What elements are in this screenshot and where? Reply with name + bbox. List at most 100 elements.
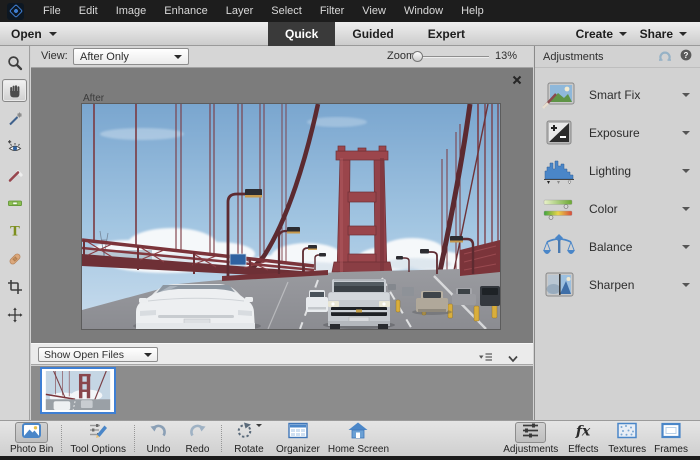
menu-select[interactable]: Select <box>262 0 311 22</box>
fx-icon: fx <box>572 422 594 444</box>
help-icon[interactable]: ? <box>680 49 692 64</box>
editor-canvas: After <box>31 68 533 343</box>
crop-tool[interactable] <box>2 275 27 298</box>
menu-filter[interactable]: Filter <box>311 0 353 22</box>
adjustments-panel: Adjustments ? Smart Fix Exposure Lightin… <box>534 46 700 420</box>
organizer-grid-icon <box>288 422 308 444</box>
photo-bin-button[interactable]: Photo Bin <box>6 421 57 456</box>
share-button[interactable]: Share <box>640 22 687 46</box>
zoom-tool[interactable] <box>2 51 27 74</box>
rotate-button[interactable]: Rotate <box>226 421 272 456</box>
magnifier-icon <box>7 55 23 71</box>
zoom-slider-handle[interactable] <box>412 51 423 62</box>
menu-file[interactable]: File <box>34 0 70 22</box>
tool-palette: T <box>0 46 30 420</box>
exposure-icon <box>542 119 576 147</box>
zoom-value: 13% <box>495 50 517 62</box>
svg-text:fx: fx <box>575 423 591 439</box>
tool-options-icon <box>88 422 108 444</box>
chevron-down-icon <box>619 32 627 36</box>
adjustment-smart-fix[interactable]: Smart Fix <box>535 76 700 114</box>
adjustment-lighting[interactable]: Lighting <box>535 152 700 190</box>
rotate-icon <box>236 422 254 444</box>
view-mode-dropdown[interactable]: After Only <box>73 48 189 65</box>
photo-bin <box>31 366 533 420</box>
bandaid-icon <box>7 251 23 267</box>
close-icon[interactable] <box>511 73 523 85</box>
type-tool[interactable]: T <box>2 219 27 242</box>
zoom-slider-track[interactable] <box>423 56 489 58</box>
chevron-down-icon <box>679 32 687 36</box>
adjustment-color[interactable]: Color <box>535 190 700 228</box>
adjustment-exposure[interactable]: Exposure <box>535 114 700 152</box>
tab-quick[interactable]: Quick <box>268 22 335 46</box>
frames-button[interactable]: Frames <box>650 421 692 456</box>
adjustments-panel-header: Adjustments ? <box>535 46 700 68</box>
view-options-bar: View: After Only Zoom: 13% <box>31 46 533 68</box>
chevron-down-icon <box>144 353 152 357</box>
chevron-down-icon[interactable] <box>682 283 690 287</box>
chevron-down-icon[interactable] <box>682 245 690 249</box>
panel-menu-icon[interactable] <box>478 349 493 367</box>
mode-tabs: Quick Guided Expert <box>268 22 482 46</box>
separator <box>221 425 222 452</box>
whiten-teeth-tool[interactable] <box>2 163 27 186</box>
organizer-button[interactable]: Organizer <box>272 421 324 456</box>
red-eye-removal-tool[interactable] <box>2 135 27 158</box>
photo-canvas-image[interactable] <box>82 104 500 329</box>
chevron-down-icon[interactable] <box>682 131 690 135</box>
move-tool[interactable] <box>2 303 27 326</box>
app-logo-icon <box>7 3 24 20</box>
menu-view[interactable]: View <box>353 0 395 22</box>
menu-edit[interactable]: Edit <box>70 0 107 22</box>
menu-window[interactable]: Window <box>395 0 452 22</box>
open-button[interactable]: Open <box>11 22 57 46</box>
adjustment-balance[interactable]: Balance <box>535 228 700 266</box>
adjustments-button[interactable]: Adjustments <box>499 421 562 456</box>
chevron-down-icon[interactable] <box>682 169 690 173</box>
svg-text:T: T <box>10 224 20 239</box>
menu-enhance[interactable]: Enhance <box>155 0 216 22</box>
hand-tool[interactable] <box>2 79 27 102</box>
straighten-tool[interactable] <box>2 191 27 214</box>
balance-scale-icon <box>542 233 576 261</box>
redo-button[interactable]: Redo <box>178 421 217 456</box>
home-screen-button[interactable]: Home Screen <box>324 421 393 456</box>
photo-thumbnail[interactable] <box>40 367 116 414</box>
separator <box>134 425 135 452</box>
move-cross-icon <box>7 307 23 323</box>
chevron-down-icon[interactable] <box>682 207 690 211</box>
photo-bin-header-bar: Show Open Files <box>31 343 533 365</box>
menu-image[interactable]: Image <box>107 0 156 22</box>
svg-text:?: ? <box>684 51 689 60</box>
photo-bin-icon <box>21 422 42 444</box>
chevron-down-icon <box>49 32 57 36</box>
undo-button[interactable]: Undo <box>139 421 178 456</box>
adjustments-list: Smart Fix Exposure Lighting Color Ba <box>535 76 700 304</box>
photoshop-elements-window: File Edit Image Enhance Layer Select Fil… <box>0 0 700 460</box>
home-icon <box>348 422 368 444</box>
tab-guided[interactable]: Guided <box>335 22 410 46</box>
menu-bar: File Edit Image Enhance Layer Select Fil… <box>0 0 700 22</box>
menu-layer[interactable]: Layer <box>217 0 263 22</box>
chevron-down-icon[interactable] <box>682 93 690 97</box>
create-button[interactable]: Create <box>576 22 627 46</box>
quick-selection-tool[interactable] <box>2 107 27 130</box>
bottom-taskbar: Photo Bin Tool Options Undo Redo Rotate … <box>0 420 700 456</box>
panel-switcher: Adjustments fx Effects Textures Frames <box>499 421 692 456</box>
spot-healing-tool[interactable] <box>2 247 27 270</box>
reset-arc-icon[interactable] <box>658 49 672 64</box>
redo-arrow-icon <box>188 422 207 444</box>
effects-button[interactable]: fx Effects <box>562 421 604 456</box>
separator <box>61 425 62 452</box>
texture-icon <box>617 422 637 444</box>
textures-button[interactable]: Textures <box>604 421 650 456</box>
magic-wand-icon <box>7 111 23 127</box>
toothbrush-icon <box>7 167 23 183</box>
show-open-files-dropdown[interactable]: Show Open Files <box>38 347 158 362</box>
adjustment-sharpen[interactable]: Sharpen <box>535 266 700 304</box>
tab-expert[interactable]: Expert <box>411 22 482 46</box>
tool-options-button[interactable]: Tool Options <box>66 421 130 456</box>
type-T-icon: T <box>7 223 23 239</box>
menu-help[interactable]: Help <box>452 0 493 22</box>
